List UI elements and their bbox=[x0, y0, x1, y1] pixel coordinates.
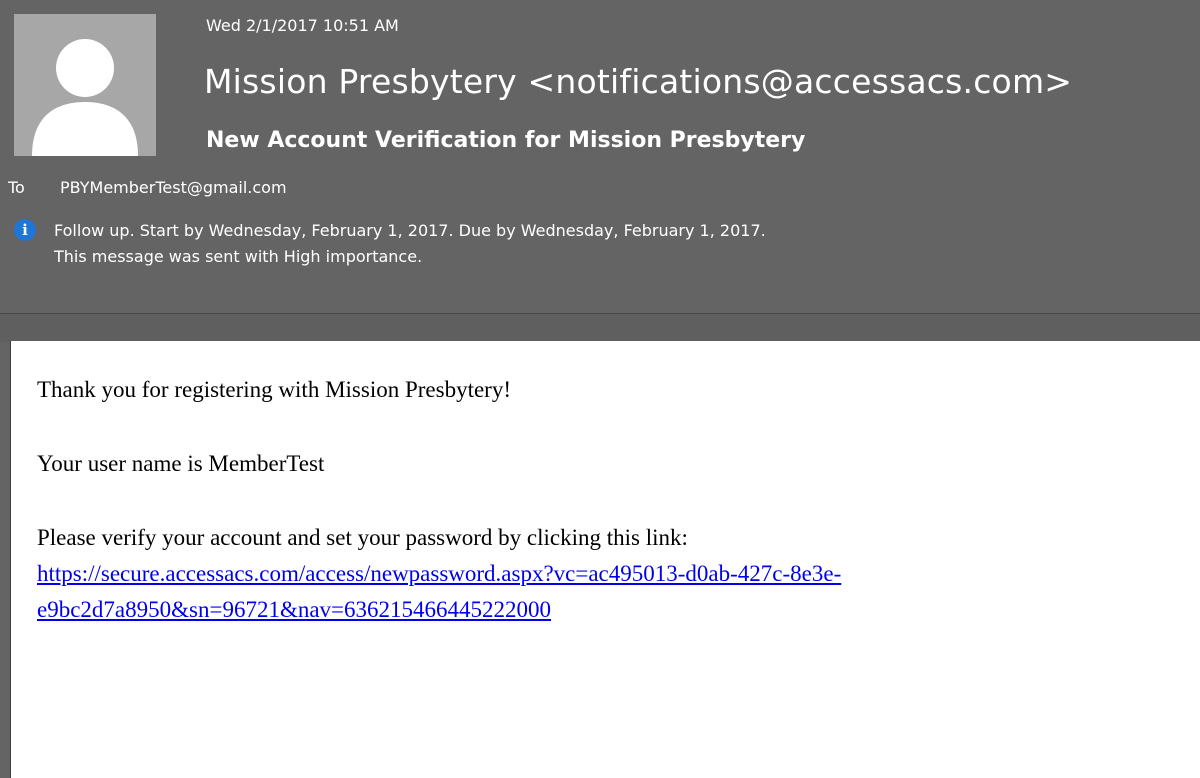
person-icon bbox=[32, 39, 138, 156]
verification-link-line-1[interactable]: https://secure.accessacs.com/access/newp… bbox=[37, 561, 841, 587]
info-text: Follow up. Start by Wednesday, February … bbox=[54, 218, 766, 270]
recipient-row: To PBYMemberTest@gmail.com bbox=[8, 178, 287, 197]
recipient-address[interactable]: PBYMemberTest@gmail.com bbox=[60, 178, 287, 197]
message-body: Thank you for registering with Mission P… bbox=[10, 341, 1200, 778]
email-window: Wed 2/1/2017 10:51 AM Mission Presbytery… bbox=[0, 0, 1200, 778]
sender-name[interactable]: Mission Presbytery <notifications@access… bbox=[204, 62, 1072, 101]
verify-text: Please verify your account and set your … bbox=[37, 525, 688, 550]
verification-link-line-2[interactable]: e9bc2d7a8950&sn=96721&nav=63621546644522… bbox=[37, 597, 551, 623]
sent-date: Wed 2/1/2017 10:51 AM bbox=[206, 16, 399, 35]
avatar[interactable] bbox=[14, 14, 156, 156]
follow-up-notice: Follow up. Start by Wednesday, February … bbox=[54, 221, 766, 240]
importance-notice: This message was sent with High importan… bbox=[54, 247, 423, 266]
info-icon: i bbox=[14, 219, 36, 241]
to-label: To bbox=[8, 178, 25, 197]
header-divider bbox=[0, 313, 1200, 342]
subject-line: New Account Verification for Mission Pre… bbox=[206, 128, 806, 153]
thanks-text: Thank you for registering with Mission P… bbox=[37, 377, 511, 402]
message-header: Wed 2/1/2017 10:51 AM Mission Presbytery… bbox=[0, 0, 1200, 313]
username-text: Your user name is MemberTest bbox=[37, 451, 325, 476]
